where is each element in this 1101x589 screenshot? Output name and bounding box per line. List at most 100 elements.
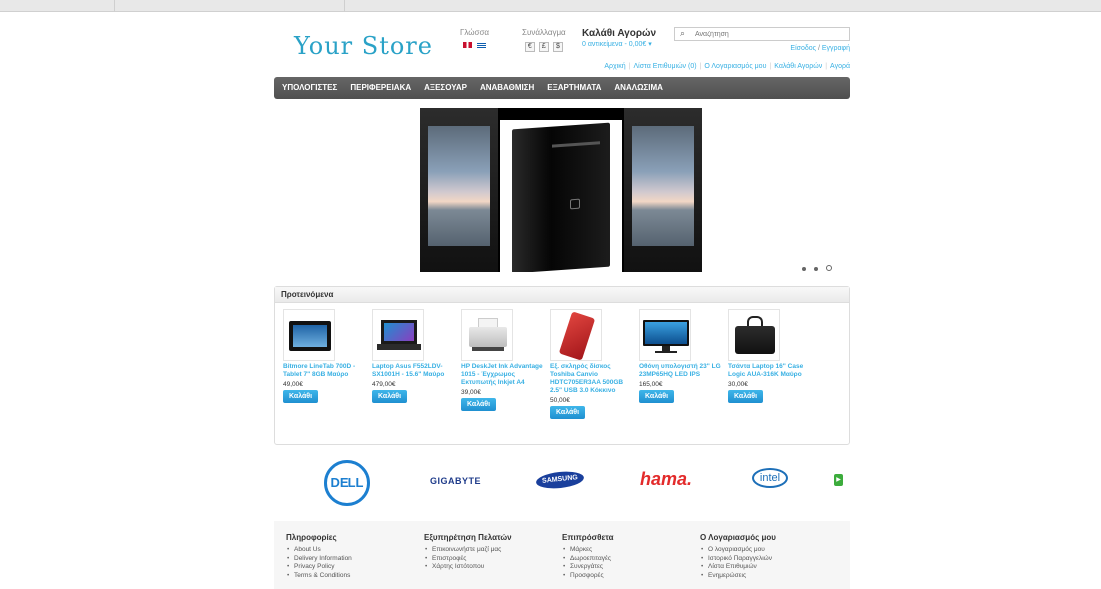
browser-tab[interactable]: [0, 0, 115, 12]
dell-logo[interactable]: DELL: [324, 460, 370, 506]
greek-flag-icon[interactable]: [477, 42, 487, 48]
product-card: HP DeskJet Ink Advantage 1015 - Έγχρωμος…: [461, 309, 545, 411]
footer-column-information: Πληροφορίες About Us Delivery Informatio…: [286, 533, 352, 580]
monitor-image[interactable]: [639, 309, 691, 361]
product-price: 165,00€: [639, 381, 663, 388]
footer-link[interactable]: Επικοινωνήστε μαζί μας: [424, 546, 512, 555]
footer-column-extras: Επιπρόσθετα Μάρκες Δωροεπιταγές Συνεργάτ…: [562, 533, 614, 580]
footer-link[interactable]: Ο λογαριασμός μου: [700, 546, 776, 555]
login-link[interactable]: Είσοδος: [790, 45, 816, 52]
slide-dot[interactable]: [802, 267, 806, 271]
brand-carousel: DELL GIGABYTE SAMSUNG hama. intel ▶: [274, 460, 850, 510]
footer-link[interactable]: Προσφορές: [562, 572, 614, 581]
footer-link[interactable]: Terms & Conditions: [286, 572, 352, 581]
register-link[interactable]: Εγγραφή: [822, 45, 850, 52]
menu-item-accessories[interactable]: ΑΞΕΣΟΥΑΡ: [419, 77, 472, 99]
carousel-next-icon[interactable]: ▶: [834, 474, 843, 486]
currency-switcher: Συνάλλαγμα € £ $: [522, 28, 566, 52]
product-price: 479,00€: [372, 381, 396, 388]
featured-title: Προτεινόμενα: [275, 287, 849, 303]
add-to-cart-button[interactable]: Καλάθι: [639, 390, 675, 403]
product-name[interactable]: Laptop Asus F552LDV-SX1001H - 15.6" Μαύρ…: [372, 363, 456, 379]
product-card: Τσάντα Laptop 16" Case Logic AUA-316K Μα…: [728, 309, 812, 403]
tablet-image[interactable]: [283, 309, 335, 361]
footer-column-customer-service: Εξυπηρέτηση Πελατών Επικοινωνήστε μαζί μ…: [424, 533, 512, 572]
footer-link[interactable]: Επιστροφές: [424, 555, 512, 564]
footer-column-account: Ο Λογαριασμός μου Ο λογαριασμός μου Ιστο…: [700, 533, 776, 580]
home-link[interactable]: Αρχική: [604, 63, 625, 70]
currency-pound-button[interactable]: £: [538, 42, 549, 52]
add-to-cart-button[interactable]: Καλάθι: [550, 406, 586, 419]
footer-link[interactable]: Ενημερώσεις: [700, 572, 776, 581]
menu-item-consumables[interactable]: ΑΝΑΛΩΣΙΜΑ: [609, 77, 668, 99]
laptop-bag-image[interactable]: [728, 309, 780, 361]
product-name[interactable]: Οθόνη υπολογιστή 23" LG 23MP65HQ LED IPS: [639, 363, 723, 379]
footer-link[interactable]: Privacy Policy: [286, 563, 352, 572]
footer-heading: Επιπρόσθετα: [562, 533, 614, 542]
currency-dollar-button[interactable]: $: [552, 42, 563, 52]
product-name[interactable]: Εξ. σκληρός δίσκος Toshiba Canvio HDTC70…: [550, 363, 634, 395]
samsung-logo[interactable]: SAMSUNG: [535, 469, 585, 491]
login-links: Είσοδος / Εγγραφή: [790, 45, 850, 52]
product-card: Οθόνη υπολογιστή 23" LG 23MP65HQ LED IPS…: [639, 309, 723, 403]
cart-link[interactable]: Καλάθι Αγορών: [774, 63, 822, 70]
search-icon[interactable]: ⌕: [680, 28, 685, 39]
footer-heading: Ο Λογαριασμός μου: [700, 533, 776, 542]
cart-total[interactable]: 0 αντικείμενα - 0,00€ ▾: [582, 40, 656, 48]
product-card: Laptop Asus F552LDV-SX1001H - 15.6" Μαύρ…: [372, 309, 456, 403]
gigabyte-logo[interactable]: GIGABYTE: [430, 476, 481, 486]
footer-link[interactable]: About Us: [286, 546, 352, 555]
hama-logo[interactable]: hama.: [640, 469, 692, 490]
cart-title: Καλάθι Αγορών: [582, 28, 657, 39]
add-to-cart-button[interactable]: Καλάθι: [283, 390, 319, 403]
product-price: 50,00€: [550, 397, 570, 404]
checkout-link[interactable]: Αγορά: [830, 63, 850, 70]
footer-link[interactable]: Delivery Information: [286, 555, 352, 564]
intel-logo[interactable]: intel: [752, 468, 788, 488]
menu-item-computers[interactable]: ΥΠΟΛΟΓΙΣΤΕΣ: [277, 77, 342, 99]
browser-tab[interactable]: [115, 0, 345, 12]
footer-heading: Πληροφορίες: [286, 533, 337, 542]
footer-link[interactable]: Χάρτης Ιστότοπου: [424, 563, 512, 572]
featured-products: Προτεινόμενα Bitmore LineTab 700D - Tabl…: [274, 286, 850, 445]
product-price: 49,00€: [283, 381, 303, 388]
wishlist-link[interactable]: Λίστα Επιθυμιών (0): [634, 63, 697, 70]
add-to-cart-button[interactable]: Καλάθι: [461, 398, 497, 411]
currency-label: Συνάλλαγμα: [522, 28, 566, 37]
add-to-cart-button[interactable]: Καλάθι: [728, 390, 764, 403]
search-input[interactable]: [695, 29, 845, 39]
menu-item-components[interactable]: ΕΞΑΡΤΗΜΑΤΑ: [542, 77, 606, 99]
slide-dot-active[interactable]: [826, 265, 832, 271]
footer-link[interactable]: Δωροεπιταγές: [562, 555, 614, 564]
footer-link[interactable]: Μάρκες: [562, 546, 614, 555]
slideshow-banner[interactable]: [420, 108, 702, 272]
tablet-image: [624, 108, 702, 272]
footer-link[interactable]: Ιστορικό Παραγγελιών: [700, 555, 776, 564]
hard-drive-image[interactable]: [550, 309, 602, 361]
footer-link[interactable]: Λίστα Επιθυμιών: [700, 563, 776, 572]
store-logo[interactable]: Your Store: [294, 32, 433, 60]
top-links: Αρχική | Λίστα Επιθυμιών (0) | Ο Λογαριασμός…: [604, 63, 850, 70]
product-card: Εξ. σκληρός δίσκος Toshiba Canvio HDTC70…: [550, 309, 634, 419]
slide-dot[interactable]: [814, 267, 818, 271]
product-name[interactable]: Bitmore LineTab 700D - Tablet 7" 8GB Μαύ…: [283, 363, 367, 379]
product-name[interactable]: Τσάντα Laptop 16" Case Logic AUA-316K Μα…: [728, 363, 812, 379]
product-name[interactable]: HP DeskJet Ink Advantage 1015 - Έγχρωμος…: [461, 363, 545, 387]
add-to-cart-button[interactable]: Καλάθι: [372, 390, 408, 403]
printer-image[interactable]: [461, 309, 513, 361]
footer-link[interactable]: Συνεργάτες: [562, 563, 614, 572]
laptop-image[interactable]: [372, 309, 424, 361]
main-menu: ΥΠΟΛΟΓΙΣΤΕΣ ΠΕΡΙΦΕΡΕΙΑΚΑ ΑΞΕΣΟΥΑΡ ΑΝΑΒΑΘ…: [274, 77, 850, 99]
footer-heading: Εξυπηρέτηση Πελατών: [424, 533, 512, 542]
tablet-image: [420, 108, 498, 272]
uk-flag-icon[interactable]: [462, 42, 472, 48]
footer: Πληροφορίες About Us Delivery Informatio…: [274, 521, 850, 589]
product-card: Bitmore LineTab 700D - Tablet 7" 8GB Μαύ…: [283, 309, 367, 403]
currency-euro-button[interactable]: €: [524, 42, 535, 52]
menu-item-peripherals[interactable]: ΠΕΡΙΦΕΡΕΙΑΚΑ: [345, 77, 416, 99]
account-link[interactable]: Ο Λογαριασμός μου: [704, 63, 766, 70]
language-label: Γλώσσα: [460, 28, 490, 37]
menu-item-upgrade[interactable]: ΑΝΑΒΑΘΜΙΣΗ: [475, 77, 539, 99]
cart-summary[interactable]: Καλάθι Αγορών 0 αντικείμενα - 0,00€ ▾: [582, 28, 656, 48]
desktop-pc-image: [500, 120, 622, 272]
